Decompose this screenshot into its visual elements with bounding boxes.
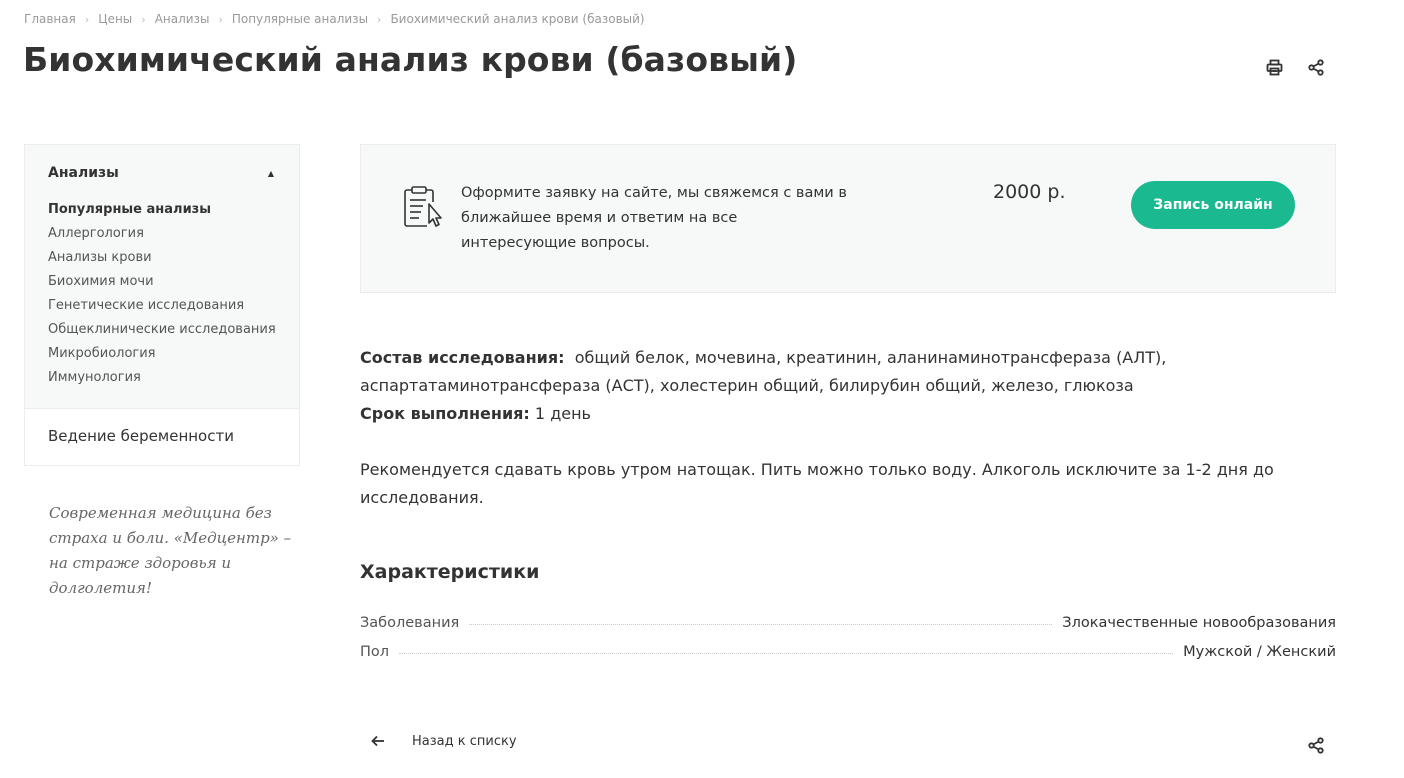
characteristic-value: Мужской / Женский xyxy=(1183,644,1336,660)
chevron-right-icon: › xyxy=(218,12,223,26)
duration-value: 1 день xyxy=(534,404,591,423)
characteristic-value: Злокачественные новообразования xyxy=(1062,615,1336,631)
characteristics-title: Характеристики xyxy=(360,561,540,583)
chevron-right-icon: › xyxy=(377,12,382,26)
breadcrumb-popular[interactable]: Популярные анализы xyxy=(232,12,368,26)
page-title: Биохимический анализ крови (базовый) xyxy=(23,40,798,79)
printer-icon[interactable] xyxy=(1263,56,1285,78)
composition-block: Состав исследования: общий белок, мочеви… xyxy=(360,344,1340,428)
sidebar-section-analyses: Анализы ▲ Популярные анализы Аллергологи… xyxy=(25,145,299,408)
sidebar-list: Популярные анализы Аллергология Анализы … xyxy=(48,198,276,390)
dotted-leader xyxy=(399,652,1174,654)
breadcrumb-current: Биохимический анализ крови (базовый) xyxy=(390,12,645,26)
characteristic-row: Заболевания Злокачественные новообразова… xyxy=(360,615,1336,631)
cta-box: Оформите заявку на сайте, мы свяжемся с … xyxy=(360,144,1336,293)
caret-up-icon: ▲ xyxy=(267,168,274,178)
clipboard-cursor-icon xyxy=(399,184,445,230)
share-icon[interactable] xyxy=(1305,56,1327,78)
characteristic-name: Заболевания xyxy=(360,615,460,631)
back-to-list-label: Назад к списку xyxy=(412,733,517,749)
sidebar-item-pregnancy[interactable]: Ведение беременности xyxy=(25,408,299,465)
sidebar-section-toggle[interactable]: Анализы ▲ xyxy=(48,165,276,181)
sidebar-section-title: Анализы xyxy=(48,165,119,181)
duration-label: Срок выполнения: xyxy=(360,404,530,423)
recommendation: Рекомендуется сдавать кровь утром натоща… xyxy=(360,460,1274,507)
price: 2000 р. xyxy=(993,181,1066,203)
book-online-button[interactable]: Запись онлайн xyxy=(1131,181,1295,229)
characteristic-row: Пол Мужской / Женский xyxy=(360,644,1336,660)
dotted-leader xyxy=(469,623,1053,625)
sidebar-item-clinical[interactable]: Общеклинические исследования xyxy=(48,318,276,342)
sidebar-item-allergology[interactable]: Аллергология xyxy=(48,222,276,246)
chevron-right-icon: › xyxy=(84,12,90,26)
sidebar: Анализы ▲ Популярные анализы Аллергологи… xyxy=(24,144,300,466)
sidebar-item-urine[interactable]: Биохимия мочи xyxy=(48,270,276,294)
composition-label: Состав исследования: xyxy=(360,348,565,367)
breadcrumb: Главная › Цены › Анализы › Популярные ан… xyxy=(24,12,645,26)
sidebar-item-immunology[interactable]: Иммунология xyxy=(48,366,276,390)
breadcrumb-prices[interactable]: Цены xyxy=(98,12,132,26)
slogan: Современная медицина без страха и боли. … xyxy=(49,504,292,597)
sidebar-item-blood[interactable]: Анализы крови xyxy=(48,246,276,270)
arrow-left-icon xyxy=(370,733,386,749)
share-icon[interactable] xyxy=(1305,734,1327,756)
chevron-right-icon: › xyxy=(141,12,146,26)
characteristic-name: Пол xyxy=(360,644,390,660)
back-to-list-link[interactable]: Назад к списку xyxy=(370,733,517,749)
sidebar-item-microbiology[interactable]: Микробиология xyxy=(48,342,276,366)
breadcrumb-home[interactable]: Главная xyxy=(24,12,76,26)
cta-text: Оформите заявку на сайте, мы свяжемся с … xyxy=(461,185,847,251)
sidebar-item-popular[interactable]: Популярные анализы xyxy=(48,198,276,222)
breadcrumb-analyses[interactable]: Анализы xyxy=(155,12,210,26)
sidebar-item-genetics[interactable]: Генетические исследования xyxy=(48,294,276,318)
